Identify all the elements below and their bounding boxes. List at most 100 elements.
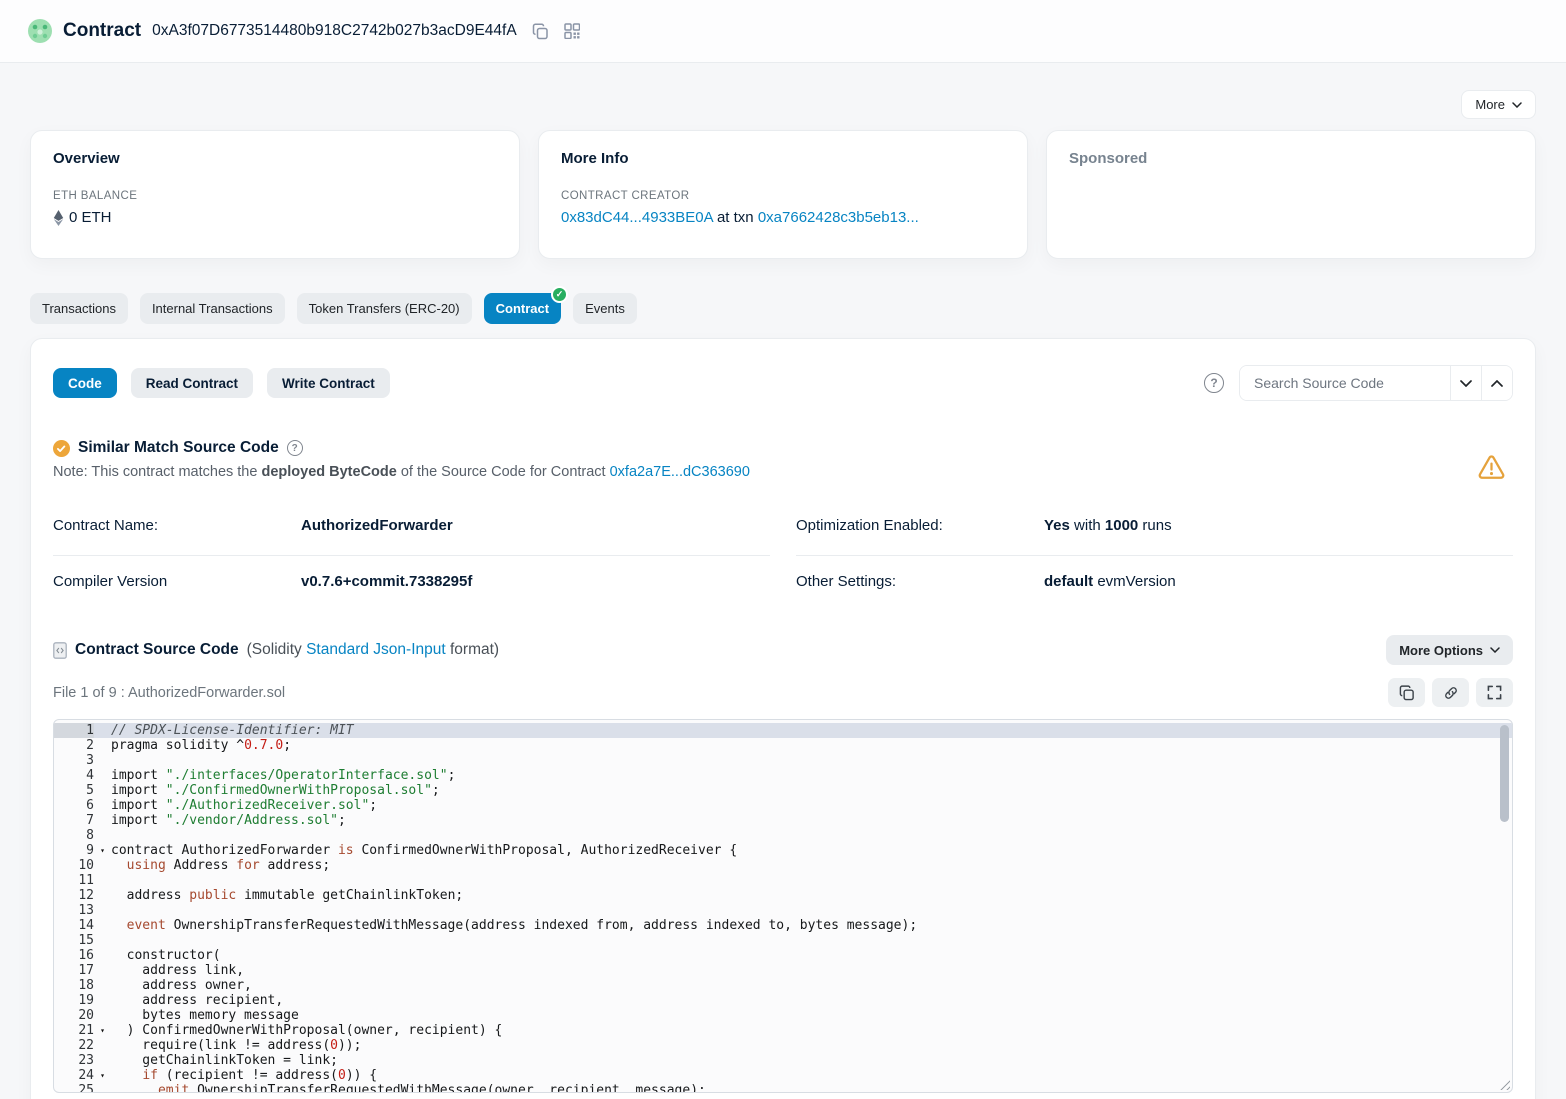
code-text: ) ConfirmedOwnerWithProposal(owner, reci… [111,1023,502,1038]
fold-toggle-icon[interactable]: ▾ [94,1068,111,1083]
line-number: 6 [54,798,94,813]
subtab-write-contract[interactable]: Write Contract [267,368,390,398]
code-line-22: 22 require(link != address(0)); [54,1038,1512,1053]
line-number: 1 [54,723,94,738]
copy-icon [1399,685,1415,701]
line-number: 20 [54,1008,94,1023]
line-number: 4 [54,768,94,783]
chevron-down-icon [1512,102,1522,108]
line-number: 22 [54,1038,94,1053]
more-options-button[interactable]: More Options [1386,635,1513,665]
code-line-25: 25 emit OwnershipTransferRequestedWithMe… [54,1083,1512,1093]
fold-spacer [94,783,111,798]
code-line-1: 1 // SPDX-License-Identifier: MIT [54,723,1512,738]
contract-address: 0xA3f07D6773514480b918C2742b027b3acD9E44… [152,22,517,40]
search-prev-button[interactable] [1481,366,1512,400]
match-help-icon[interactable]: ? [287,440,303,456]
subtab-read-contract[interactable]: Read Contract [131,368,253,398]
fold-spacer [94,798,111,813]
code-text: address public immutable getChainlinkTok… [111,888,463,903]
qr-code-icon[interactable] [564,23,580,39]
code-line-23: 23 getChainlinkToken = link; [54,1053,1512,1068]
copy-address-icon[interactable] [532,23,549,40]
more-info-card: More Info CONTRACT CREATOR 0x83dC44...49… [538,130,1028,259]
eth-diamond-icon [53,210,64,226]
fullscreen-button[interactable] [1476,678,1513,707]
similar-match-title-row: Similar Match Source Code ? [53,439,1513,457]
note-bold: deployed ByteCode [261,464,396,480]
compiler-version-value: v0.7.6+commit.7338295f [301,573,472,590]
search-source-group [1239,365,1513,401]
more-button[interactable]: More [1461,90,1536,119]
editor-scrollbar-thumb[interactable] [1500,725,1509,822]
tab-events[interactable]: Events [573,293,637,324]
optimization-row: Optimization Enabled: Yes with 1000 runs [796,506,1513,556]
more-options-label: More Options [1399,643,1483,658]
other-settings-value: default evmVersion [1044,573,1176,590]
more-row: More [30,90,1536,119]
code-line-20: 20 bytes memory message [54,1008,1512,1023]
overview-card: Overview ETH BALANCE 0 ETH [30,130,520,259]
tab-label: Token Transfers (ERC-20) [309,301,460,316]
code-line-14: 14 event OwnershipTransferRequestedWithM… [54,918,1512,933]
fold-spacer [94,1038,111,1053]
tab-contract[interactable]: Contract✓ [484,293,561,324]
fold-spacer [94,723,111,738]
other-settings-label: Other Settings: [796,573,1044,590]
creator-txn-link[interactable]: 0xa7662428c3b5eb13... [758,209,919,226]
fold-spacer [94,738,111,753]
fold-spacer [94,888,111,903]
code-line-3: 3 [54,753,1512,768]
compiler-version-label: Compiler Version [53,573,301,590]
matched-contract-link[interactable]: 0xfa2a7E...dC363690 [610,464,750,480]
code-text: // SPDX-License-Identifier: MIT [111,723,354,738]
code-text: import "./AuthorizedReceiver.sol"; [111,798,377,813]
line-number: 8 [54,828,94,843]
line-number: 2 [54,738,94,753]
fold-spacer [94,753,111,768]
subtab-code[interactable]: Code [53,368,117,398]
code-line-18: 18 address owner, [54,978,1512,993]
subtitle-prefix: (Solidity [247,641,306,658]
code-text: event OwnershipTransferRequestedWithMess… [111,918,917,933]
source-code-subtitle: (Solidity Standard Json-Input format) [247,641,499,659]
line-number: 13 [54,903,94,918]
code-text: require(link != address(0)); [111,1038,361,1053]
eth-balance-label: ETH BALANCE [53,190,497,202]
copy-source-button[interactable] [1388,678,1425,707]
code-text: bytes memory message [111,1008,299,1023]
similar-match-section: Similar Match Source Code ? Note: This c… [53,439,1513,480]
fold-toggle-icon[interactable]: ▾ [94,843,111,858]
chevron-up-icon [1491,380,1503,387]
permalink-button[interactable] [1432,678,1469,707]
code-content: 1// SPDX-License-Identifier: MIT2pragma … [54,720,1512,1093]
contract-identicon [28,19,52,43]
contract-name-label: Contract Name: [53,517,301,534]
tab-token-transfers-erc-20[interactable]: Token Transfers (ERC-20) [297,293,472,324]
fold-spacer [94,768,111,783]
sponsored-card-title: Sponsored [1069,150,1513,167]
line-number: 16 [54,948,94,963]
warning-triangle-icon[interactable] [1478,455,1505,480]
fold-toggle-icon[interactable]: ▾ [94,1023,111,1038]
code-line-13: 13 [54,903,1512,918]
search-next-button[interactable] [1450,366,1481,400]
code-line-5: 5import "./ConfirmedOwnerWithProposal.so… [54,783,1512,798]
tab-list: Transactions Internal Transactions Token T… [30,293,1536,324]
code-text: using Address for address; [111,858,330,873]
tab-transactions[interactable]: Transactions [30,293,128,324]
source-code-editor[interactable]: 1// SPDX-License-Identifier: MIT2pragma … [53,719,1513,1093]
link-icon [1442,684,1460,702]
contract-name-text: AuthorizedForwarder [301,517,453,534]
line-number: 3 [54,753,94,768]
search-source-input[interactable] [1240,366,1450,400]
json-input-link[interactable]: Standard Json-Input [306,641,446,658]
compiler-version-row: Compiler Version v0.7.6+commit.7338295f [53,556,770,611]
help-icon[interactable]: ? [1204,373,1224,393]
contract-name-value: AuthorizedForwarder [301,517,453,534]
creator-address-link[interactable]: 0x83dC44...4933BE0A [561,209,713,226]
tab-internal-transactions[interactable]: Internal Transactions [140,293,285,324]
fold-spacer [94,873,111,888]
fold-spacer [94,993,111,1008]
other-settings-default: default [1044,573,1093,590]
